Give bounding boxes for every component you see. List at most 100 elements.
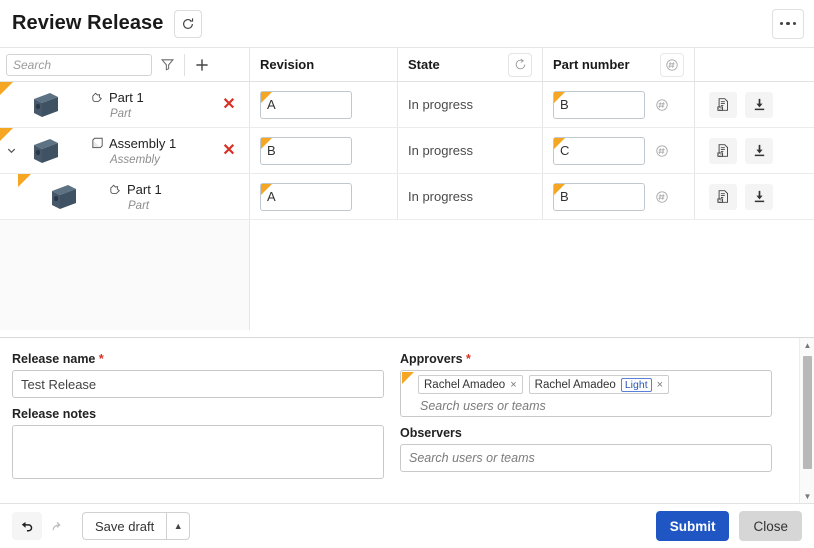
row-type: Part (110, 107, 132, 120)
row-type: Part (128, 199, 150, 212)
part-number-input[interactable] (553, 90, 645, 119)
observers-label: Observers (400, 426, 462, 440)
column-header-revision[interactable]: Revision (250, 48, 398, 81)
redo-arrow-icon (42, 512, 72, 540)
cad-plate-thumbnail (22, 135, 68, 167)
revision-input[interactable] (260, 90, 352, 119)
approver-token[interactable]: Rachel Amadeo Light × (528, 375, 670, 394)
revision-cell (250, 128, 398, 173)
auto-number-icon[interactable] (660, 52, 684, 77)
svg-text:On: On (718, 107, 722, 111)
release-name-label: Release name * (12, 352, 400, 366)
form-scrollbar[interactable]: ▲ ▼ (799, 338, 814, 503)
row-actions-cell: On (695, 128, 814, 173)
table-row[interactable]: Part 1 Part In progress (0, 174, 814, 220)
scroll-down-icon[interactable]: ▼ (800, 489, 814, 503)
plus-icon[interactable] (187, 52, 217, 78)
table-empty-area (0, 220, 814, 330)
scroll-up-icon[interactable]: ▲ (800, 338, 814, 353)
row-name-cell: Assembly 1 Assembly (68, 136, 209, 166)
column-header-state[interactable]: State (398, 48, 543, 81)
modified-flag-icon (0, 128, 13, 141)
bom-report-icon[interactable]: On (709, 183, 737, 210)
refresh-icon[interactable] (173, 9, 202, 38)
approver-token-badge: Light (620, 377, 652, 392)
remove-token-icon[interactable]: × (510, 379, 516, 391)
row-name-line: Assembly 1 (90, 136, 209, 151)
revision-field-wrap (260, 90, 352, 119)
table-row[interactable]: Part 1 Part ✕ In progress (0, 82, 814, 128)
save-draft-split-button: Save draft ▲ (82, 512, 191, 540)
part-number-input[interactable] (553, 182, 645, 211)
revision-cell (250, 174, 398, 219)
save-draft-button[interactable]: Save draft (82, 512, 167, 540)
modified-flag-icon (402, 372, 414, 384)
row-name-cell: Part 1 Part (86, 182, 209, 212)
row-name: Part 1 (127, 181, 162, 197)
delete-x-icon[interactable]: ✕ (209, 142, 249, 159)
review-release-dialog: Review Release Search Revision State Par… (0, 0, 814, 548)
table-row[interactable]: Assembly 1 Assembly ✕ In progress (0, 128, 814, 174)
download-icon[interactable] (745, 183, 773, 210)
svg-text:On: On (718, 199, 722, 203)
row-name-cell: Part 1 Part (68, 90, 209, 120)
part-number-cell (543, 128, 695, 173)
row-name-line: Part 1 (90, 90, 209, 105)
auto-number-icon[interactable] (651, 186, 673, 208)
release-name-label-text: Release name (12, 352, 96, 366)
release-items-table: Revision State Part number (0, 47, 814, 337)
approvers-search-input[interactable] (418, 398, 698, 414)
part-number-field-wrap (553, 90, 645, 119)
revision-input[interactable] (260, 182, 352, 211)
release-name-input[interactable] (12, 370, 384, 398)
release-notes-label: Release notes (12, 407, 97, 421)
submit-button[interactable]: Submit (655, 511, 730, 541)
part-number-cell (543, 82, 695, 127)
state-cell: In progress (398, 174, 543, 219)
form-column-left: Release name * Release notes (0, 352, 400, 482)
required-marker: * (98, 352, 104, 366)
approvers-token-box[interactable]: Rachel Amadeo × Rachel Amadeo Light × (400, 370, 772, 417)
row-tree-cell: Part 1 Part (0, 174, 250, 219)
remove-token-icon[interactable]: × (657, 379, 663, 391)
modified-flag-icon (18, 174, 31, 187)
kebab-menu-icon[interactable] (772, 8, 804, 39)
close-button[interactable]: Close (739, 511, 802, 541)
download-icon[interactable] (745, 137, 773, 164)
form-column-right: Approvers * Rachel Amadeo × Rachel Amade… (400, 352, 792, 482)
update-state-icon[interactable] (508, 52, 532, 77)
column-header-part-number-label: Part number (553, 57, 630, 72)
bom-report-icon[interactable]: On (709, 137, 737, 164)
download-icon[interactable] (745, 91, 773, 118)
expand-chevron-icon[interactable] (0, 144, 22, 157)
approver-token-name: Rachel Amadeo (534, 378, 616, 391)
column-header-part-number[interactable]: Part number (543, 48, 695, 81)
scrollbar-thumb[interactable] (803, 356, 812, 469)
approvers-token-row: Rachel Amadeo × Rachel Amadeo Light × (406, 375, 766, 394)
approvers-label-text: Approvers (400, 352, 463, 366)
search-input[interactable] (6, 53, 152, 76)
dialog-footer: Save draft ▲ Submit Close (0, 503, 814, 548)
title-bar: Review Release (0, 0, 814, 47)
table-toolbar (0, 48, 250, 81)
part-number-field-wrap (553, 136, 645, 165)
bom-report-icon[interactable]: On (709, 91, 737, 118)
delete-x-icon[interactable]: ✕ (209, 96, 249, 113)
column-header-revision-label: Revision (260, 57, 315, 72)
table-empty-left (0, 220, 250, 330)
caret-up-icon[interactable]: ▲ (166, 512, 191, 540)
required-marker: * (466, 352, 471, 366)
state-cell: In progress (398, 128, 543, 173)
revision-input[interactable] (260, 136, 352, 165)
part-number-input[interactable] (553, 136, 645, 165)
table-header-row: Revision State Part number (0, 48, 814, 82)
undo-arrow-icon[interactable] (12, 512, 42, 540)
auto-number-icon[interactable] (651, 140, 673, 162)
release-form-panel: Release name * Release notes Approvers *… (0, 337, 814, 503)
release-notes-textarea[interactable] (12, 425, 384, 479)
observers-search-input[interactable] (400, 444, 772, 472)
filter-icon[interactable] (152, 52, 182, 78)
auto-number-icon[interactable] (651, 94, 673, 116)
approver-token[interactable]: Rachel Amadeo × (418, 375, 523, 394)
row-tree-cell: Assembly 1 Assembly ✕ (0, 128, 250, 173)
